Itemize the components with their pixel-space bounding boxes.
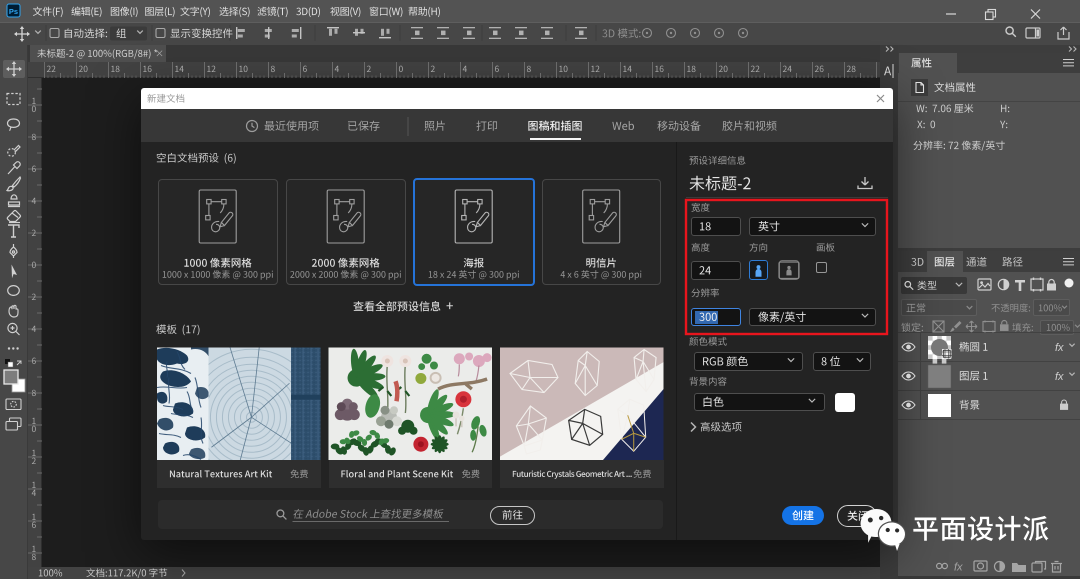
svg-text:fx: fx: [954, 562, 963, 574]
svg-text:fx: fx: [1055, 342, 1064, 354]
svg-text:fx: fx: [1055, 371, 1064, 383]
svg-text:Ps: Ps: [9, 7, 18, 16]
